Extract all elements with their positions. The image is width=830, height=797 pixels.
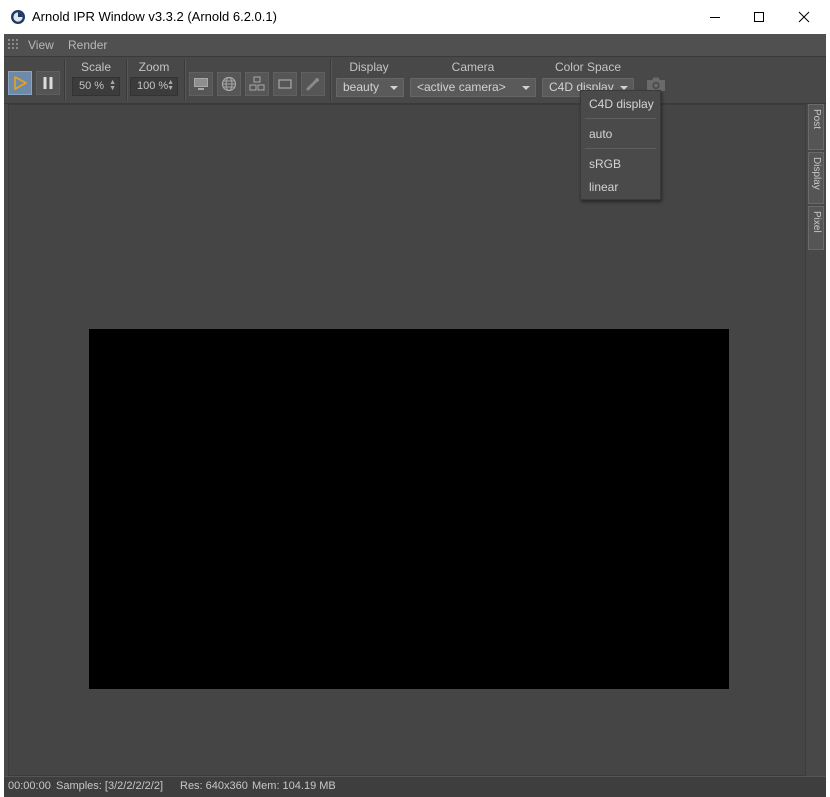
title-bar[interactable]: Arnold IPR Window v3.3.2 (Arnold 6.2.0.1… — [0, 0, 830, 34]
chevron-down-icon — [522, 86, 530, 90]
colorspace-label: Color Space — [554, 60, 622, 74]
tab-pixel[interactable]: Pixel — [808, 206, 824, 250]
play-icon — [14, 76, 27, 90]
status-samples: Samples: [3/2/2/2/2/2] — [56, 780, 164, 792]
status-time: 00:00:00 — [8, 780, 51, 792]
globe-button[interactable] — [217, 72, 241, 96]
toolbar-separator — [330, 59, 332, 101]
brush-icon — [306, 78, 319, 91]
toolbar: Scale 50 % ▲ ▼ Zoom 100 % ▲ ▼ Display be… — [4, 57, 826, 104]
menu-separator — [585, 118, 656, 119]
zoom-label: Zoom — [138, 60, 170, 74]
status-bar: 00:00:00 Samples: [3/2/2/2/2/2] Res: 640… — [4, 776, 826, 797]
display-select[interactable]: beauty — [336, 78, 404, 97]
display-label: Display — [349, 60, 389, 74]
menu-item-c4d-display[interactable]: C4D display — [589, 97, 654, 111]
minimize-icon — [710, 17, 720, 18]
maximize-button[interactable] — [736, 0, 782, 34]
colorspace-dropdown-menu: C4D display auto sRGB linear — [580, 90, 661, 200]
menu-item-srgb[interactable]: sRGB — [589, 157, 621, 171]
spinner-arrows-icon[interactable]: ▲ ▼ — [109, 79, 116, 92]
menu-bar: View Render — [4, 34, 826, 57]
globe-icon — [221, 76, 237, 92]
region-button[interactable] — [245, 72, 269, 96]
camera-value: <active camera> — [417, 80, 506, 94]
scale-label: Scale — [80, 60, 112, 74]
scale-value: 50 % — [79, 80, 105, 92]
menu-separator — [585, 148, 656, 149]
crop-button[interactable] — [273, 72, 297, 96]
debug-shading-button[interactable] — [301, 72, 325, 96]
menu-item-linear[interactable]: linear — [589, 180, 618, 194]
status-resolution: Res: 640x360 — [180, 780, 248, 792]
maximize-icon — [754, 12, 764, 22]
start-render-button[interactable] — [8, 71, 32, 95]
close-button[interactable] — [781, 0, 827, 34]
tab-post[interactable]: Post — [808, 104, 824, 150]
close-icon — [798, 11, 810, 23]
monitor-button[interactable] — [189, 72, 213, 96]
ipr-window: View Render Scale 50 % ▲ ▼ Zoom 100 % ▲ ▼ — [4, 34, 826, 797]
pause-icon — [43, 77, 53, 89]
grip-icon[interactable] — [8, 39, 20, 51]
chevron-down-icon — [390, 86, 398, 90]
zoom-value: 100 % — [137, 80, 169, 92]
boxes-icon — [249, 76, 265, 91]
window-title: Arnold IPR Window v3.3.2 (Arnold 6.2.0.1… — [32, 9, 277, 24]
spinner-arrows-icon[interactable]: ▲ ▼ — [167, 79, 174, 92]
camera-label: Camera — [451, 60, 495, 74]
cinema4d-icon — [11, 10, 25, 24]
status-memory: Mem: 104.19 MB — [252, 780, 336, 792]
toolbar-separator — [184, 59, 186, 101]
scale-spinner[interactable]: 50 % ▲ ▼ — [72, 77, 120, 96]
toolbar-separator — [126, 59, 128, 101]
render-viewport[interactable] — [8, 104, 806, 776]
display-value: beauty — [343, 80, 380, 94]
menu-view[interactable]: View — [28, 38, 54, 52]
render-image[interactable] — [89, 329, 729, 689]
tab-display[interactable]: Display — [808, 152, 824, 204]
camera-select[interactable]: <active camera> — [410, 78, 536, 97]
toolbar-separator — [64, 59, 66, 101]
zoom-spinner[interactable]: 100 % ▲ ▼ — [130, 77, 178, 96]
monitor-icon — [194, 78, 208, 90]
minimize-button[interactable] — [692, 0, 738, 34]
menu-item-auto[interactable]: auto — [589, 127, 612, 141]
rectangle-icon — [278, 79, 292, 89]
pause-render-button[interactable] — [36, 71, 60, 95]
menu-render[interactable]: Render — [68, 38, 107, 52]
